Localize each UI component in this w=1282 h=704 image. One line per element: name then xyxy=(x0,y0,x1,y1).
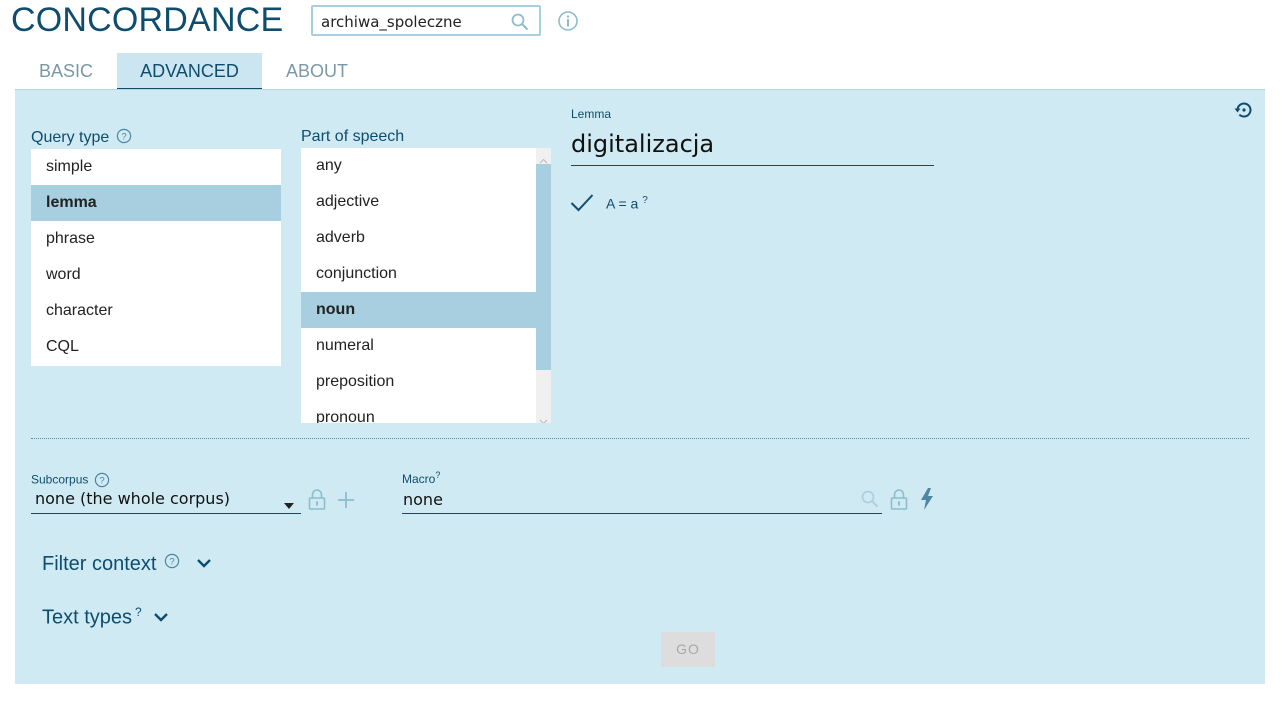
subcorpus-underline xyxy=(31,513,301,514)
app-title: CONCORDANCE xyxy=(11,1,284,39)
pos-option[interactable]: pronoun xyxy=(301,400,536,423)
tab-basic[interactable]: BASIC xyxy=(16,53,116,89)
checkmark-icon[interactable] xyxy=(570,193,594,218)
macro-input[interactable]: none xyxy=(403,490,443,509)
go-button[interactable]: GO xyxy=(661,632,715,667)
query-type-option[interactable]: word xyxy=(31,257,281,293)
query-type-label-text: Query type xyxy=(31,129,110,147)
text-types-toggle[interactable]: Text types? xyxy=(42,605,169,630)
query-type-option[interactable]: phrase xyxy=(31,221,281,257)
query-type-option[interactable]: simple xyxy=(31,149,281,185)
info-icon[interactable] xyxy=(557,10,579,37)
corpus-name: archiwa_spoleczne xyxy=(321,13,462,31)
search-icon[interactable] xyxy=(511,13,529,36)
chevron-down-icon[interactable] xyxy=(186,553,212,576)
tab-advanced[interactable]: ADVANCED xyxy=(117,53,262,89)
corpus-selector[interactable]: archiwa_spoleczne xyxy=(311,5,541,36)
pos-option-selected[interactable]: noun xyxy=(301,292,536,328)
search-icon[interactable] xyxy=(861,490,879,513)
text-types-help-mark[interactable]: ? xyxy=(135,605,142,619)
section-divider xyxy=(31,438,1249,439)
svg-text:?: ? xyxy=(121,132,126,143)
query-type-list[interactable]: simple lemma phrase word character CQL xyxy=(31,149,281,366)
scroll-down-icon[interactable] xyxy=(539,412,548,423)
pos-option[interactable]: adjective xyxy=(301,184,536,220)
dropdown-arrow-icon[interactable] xyxy=(284,496,294,514)
svg-text:?: ? xyxy=(169,557,174,568)
macro-label-text: Macro xyxy=(402,472,436,486)
query-type-option-selected[interactable]: lemma xyxy=(31,185,281,221)
help-icon[interactable]: ? xyxy=(92,472,110,489)
pos-option[interactable]: any xyxy=(301,148,536,184)
query-type-option[interactable]: CQL xyxy=(31,329,281,365)
subcorpus-label: Subcorpus ? xyxy=(31,472,110,489)
reset-history-icon[interactable] xyxy=(1233,99,1255,126)
svg-text:?: ? xyxy=(99,476,104,487)
case-insensitive-toggle[interactable]: A = a ? xyxy=(606,195,648,212)
filter-context-toggle[interactable]: Filter context ? xyxy=(42,553,212,576)
case-help-mark[interactable]: ? xyxy=(642,195,648,206)
text-types-label: Text types xyxy=(42,606,133,629)
add-subcorpus-icon[interactable] xyxy=(337,491,355,514)
pos-option[interactable]: numeral xyxy=(301,328,536,364)
lock-icon[interactable] xyxy=(308,488,326,515)
pos-option[interactable]: adverb xyxy=(301,220,536,256)
macro-help-mark[interactable]: ? xyxy=(435,470,440,480)
macro-underline xyxy=(402,513,882,514)
scrollbar-thumb[interactable] xyxy=(536,164,551,370)
subcorpus-label-text: Subcorpus xyxy=(31,472,89,487)
lemma-input-underline xyxy=(571,165,934,166)
query-type-label: Query type ? xyxy=(31,128,132,148)
macro-label: Macro? xyxy=(402,470,440,486)
lock-icon[interactable] xyxy=(890,488,908,515)
pos-list[interactable]: any adjective adverb conjunction noun nu… xyxy=(301,148,551,423)
chevron-down-icon[interactable] xyxy=(147,607,169,630)
subcorpus-select[interactable]: none (the whole corpus) xyxy=(35,489,230,508)
tab-about[interactable]: ABOUT xyxy=(262,53,372,89)
filter-context-label: Filter context xyxy=(42,553,157,575)
lightning-icon[interactable] xyxy=(920,488,934,515)
pos-option[interactable]: conjunction xyxy=(301,256,536,292)
pos-label: Part of speech xyxy=(301,128,405,145)
pos-scrollbar[interactable] xyxy=(536,148,551,423)
lemma-label: Lemma xyxy=(571,107,612,121)
help-icon[interactable]: ? xyxy=(114,128,132,148)
lemma-input[interactable]: digitalizacja xyxy=(571,130,714,158)
query-type-option[interactable]: character xyxy=(31,293,281,329)
case-insensitive-label: A = a xyxy=(606,195,639,212)
pos-option[interactable]: preposition xyxy=(301,364,536,400)
help-icon[interactable]: ? xyxy=(162,553,180,576)
